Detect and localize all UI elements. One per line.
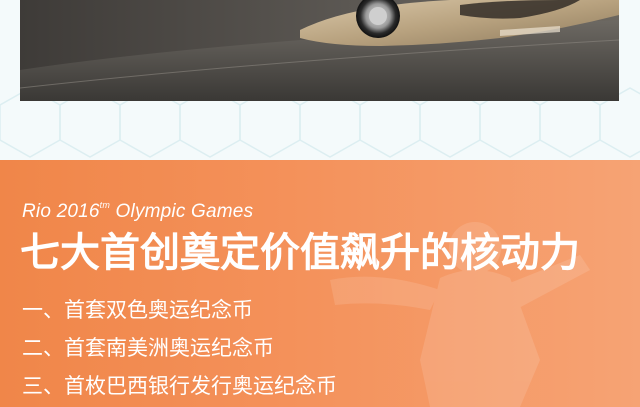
promo-headline: 七大首创奠定价值飙升的核动力 (20, 230, 580, 276)
promo-banner: Rio 2016tm Olympic Games 七大首创奠定价值飙升的核动力 … (0, 160, 640, 407)
list-item: 一、首套双色奥运纪念币 (22, 298, 253, 322)
car-image (20, 0, 619, 101)
car-photo (20, 0, 619, 101)
olympic-subtitle: Rio 2016tm Olympic Games (22, 199, 254, 222)
coin-feature-list: 一、首套双色奥运纪念币 二、首套南美洲奥运纪念币 三、首枚巴西银行发行奥运纪念币 (22, 291, 337, 405)
list-item: 三、首枚巴西银行发行奥运纪念币 (22, 374, 337, 398)
list-item: 二、首套南美洲奥运纪念币 (22, 336, 274, 360)
